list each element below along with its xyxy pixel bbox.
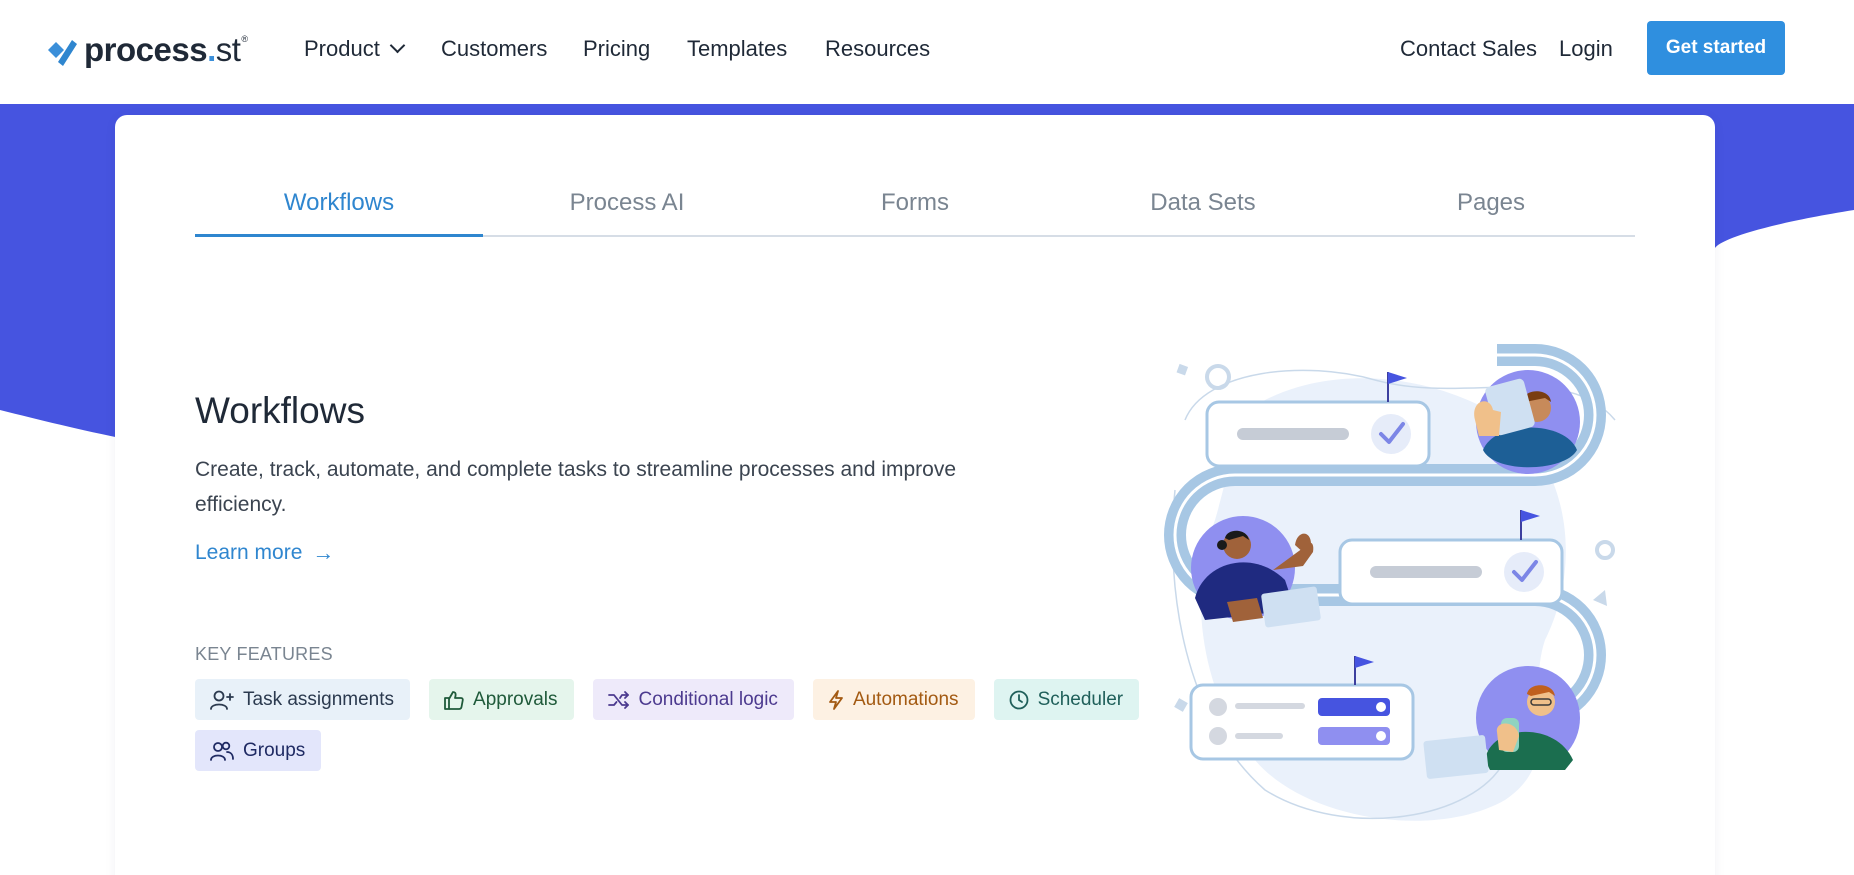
logo-text: process.st	[84, 31, 241, 68]
top-navigation: process.st ® Product Customers Pricing T…	[0, 0, 1854, 104]
logo[interactable]: process.st ®	[44, 28, 248, 72]
nav-login[interactable]: Login	[1559, 36, 1613, 62]
tab-pages[interactable]: Pages	[1347, 177, 1635, 235]
nav-pricing[interactable]: Pricing	[583, 36, 650, 62]
thumbs-up-icon	[444, 690, 464, 710]
tab-process-ai[interactable]: Process AI	[483, 177, 771, 235]
section-description: Create, track, automate, and complete ta…	[195, 458, 957, 516]
product-card: Workflows Process AI Forms Data Sets Pag…	[115, 115, 1715, 875]
feature-label: Approvals	[473, 688, 558, 710]
nav-customers[interactable]: Customers	[441, 36, 547, 62]
feature-label: Automations	[852, 688, 959, 710]
learn-more-link[interactable]: Learn more →	[195, 540, 334, 566]
nav-product[interactable]: Product	[304, 36, 406, 62]
feature-conditional-logic[interactable]: Conditional logic	[592, 679, 794, 720]
user-plus-icon	[210, 690, 234, 710]
product-tabs: Workflows Process AI Forms Data Sets Pag…	[195, 177, 1635, 237]
tab-workflows[interactable]: Workflows	[195, 177, 483, 237]
lightning-icon	[829, 689, 843, 710]
arrow-right-icon: →	[312, 540, 335, 565]
feature-label: Groups	[243, 739, 306, 761]
nav-product-label: Product	[304, 36, 380, 61]
workflow-illustration	[1164, 344, 1616, 821]
feature-automations[interactable]: Automations	[812, 679, 975, 720]
feature-scheduler[interactable]: Scheduler	[993, 679, 1140, 720]
tab-content: Workflows Create, track, automate, and c…	[195, 390, 1155, 771]
clock-icon	[1009, 690, 1028, 709]
feature-approvals[interactable]: Approvals	[429, 679, 574, 720]
feature-task-assignments[interactable]: Task assignments	[195, 679, 411, 720]
nav-contact-sales[interactable]: Contact Sales	[1400, 36, 1537, 62]
tab-data-sets[interactable]: Data Sets	[1059, 177, 1347, 235]
nav-templates[interactable]: Templates	[687, 36, 787, 62]
section-title: Workflows	[195, 390, 365, 431]
chevron-down-icon	[389, 37, 406, 54]
feature-label: Conditional logic	[638, 688, 778, 710]
registered-mark: ®	[241, 34, 249, 44]
logo-mark-icon	[48, 40, 77, 66]
get-started-button[interactable]: Get started	[1647, 21, 1785, 75]
users-icon	[210, 741, 234, 761]
tab-forms[interactable]: Forms	[771, 177, 1059, 235]
feature-label: Scheduler	[1037, 688, 1124, 710]
feature-chips: Task assignments Approvals Conditional l…	[195, 679, 1155, 771]
nav-resources[interactable]: Resources	[825, 36, 930, 62]
feature-label: Task assignments	[243, 688, 395, 710]
key-features-heading: KEY FEATURES	[195, 644, 333, 664]
shuffle-icon	[607, 690, 629, 709]
learn-more-label: Learn more	[195, 541, 303, 564]
feature-groups[interactable]: Groups	[195, 730, 322, 771]
